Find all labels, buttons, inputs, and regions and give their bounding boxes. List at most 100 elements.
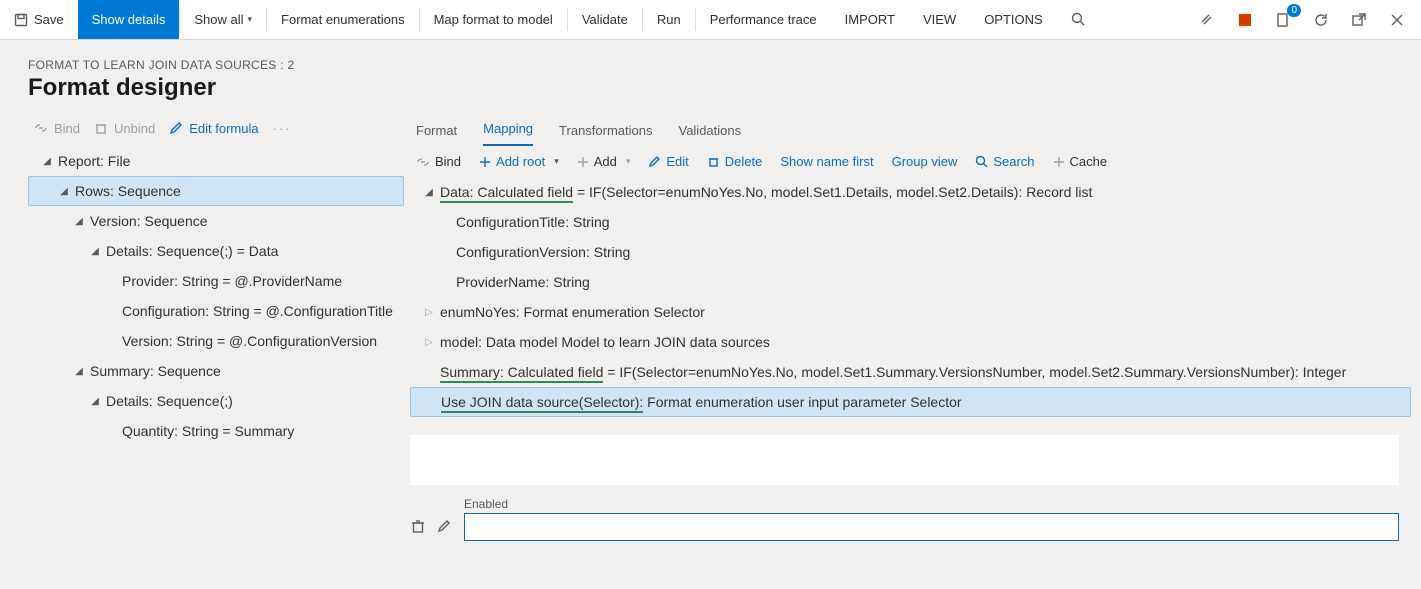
format-enum-button[interactable]: Format enumerations (267, 0, 419, 39)
format-pane-toolbar: Bind Unbind Edit formula ··· (28, 110, 404, 146)
show-details-button[interactable]: Show details (78, 0, 180, 39)
tree-label: ConfigurationTitle: String (456, 214, 610, 230)
tree-node-details-data[interactable]: ◢ Details: Sequence(;) = Data (28, 236, 404, 266)
add-root-button[interactable]: Add root ▾ (479, 154, 559, 169)
delete-value-button[interactable] (410, 518, 426, 537)
search-icon (1071, 12, 1086, 27)
tree-label: Details: Sequence(;) = Data (106, 243, 278, 259)
tree-node-report[interactable]: ◢ Report: File (28, 146, 404, 176)
run-button[interactable]: Run (643, 0, 695, 39)
view-label: VIEW (923, 12, 956, 27)
validate-button[interactable]: Validate (568, 0, 642, 39)
search-button[interactable]: Search (975, 154, 1034, 169)
show-name-first-button[interactable]: Show name first (780, 154, 873, 169)
map-format-button[interactable]: Map format to model (420, 0, 567, 39)
tree-node-provider[interactable]: Provider: String = @.ProviderName (28, 266, 404, 296)
highlight: Summary: Calculated field (440, 364, 603, 383)
add-label: Add (594, 154, 617, 169)
options-label: OPTIONS (984, 12, 1043, 27)
save-icon (14, 13, 28, 27)
popout-icon (1351, 12, 1367, 28)
format-tree: ◢ Report: File ◢ Rows: Sequence ◢ Versio… (28, 146, 404, 446)
chevron-down-icon: ▾ (248, 14, 253, 25)
tree-node-rows[interactable]: ◢ Rows: Sequence (28, 176, 404, 206)
pencil-icon (648, 155, 661, 168)
cache-button[interactable]: Cache (1053, 154, 1108, 169)
attach-icon[interactable] (1197, 10, 1217, 30)
tree-node-config-title[interactable]: ConfigurationTitle: String (410, 207, 1411, 237)
notifications-badge: 0 (1287, 4, 1301, 17)
page-header: FORMAT TO LEARN JOIN DATA SOURCES : 2 Fo… (0, 40, 1421, 106)
page-title: Format designer (28, 74, 1393, 102)
group-view-button[interactable]: Group view (892, 154, 958, 169)
edit-value-button[interactable] (436, 518, 452, 537)
tab-mapping[interactable]: Mapping (483, 121, 533, 146)
format-tree-pane: Bind Unbind Edit formula ··· ◢ Report: F… (10, 106, 410, 575)
tree-label: Quantity: String = Summary (122, 423, 294, 439)
view-menu[interactable]: VIEW (909, 0, 970, 39)
import-menu[interactable]: IMPORT (831, 0, 909, 39)
bind-button[interactable]: Bind (34, 121, 80, 136)
caret-icon: ◢ (74, 366, 84, 377)
edit-button[interactable]: Edit (648, 154, 688, 169)
perf-trace-label: Performance trace (710, 12, 817, 27)
mapping-pane: Format Mapping Transformations Validatio… (410, 106, 1411, 575)
trash-icon (410, 518, 426, 534)
caret-icon: ◢ (59, 186, 69, 197)
tree-label: enumNoYes: Format enumeration Selector (440, 304, 705, 320)
tree-label: Use JOIN data source(Selector): Format e… (441, 394, 962, 410)
edit-formula-button[interactable]: Edit formula (169, 121, 258, 136)
close-button[interactable] (1387, 10, 1407, 30)
office-icon[interactable] (1235, 10, 1255, 30)
popout-button[interactable] (1349, 10, 1369, 30)
tab-transformations[interactable]: Transformations (559, 123, 652, 146)
tree-node-enumnoyes[interactable]: ▷ enumNoYes: Format enumeration Selector (410, 297, 1411, 327)
tree-node-version-seq[interactable]: ◢ Version: Sequence (28, 206, 404, 236)
bind-label: Bind (54, 121, 80, 136)
tree-node-provider-name[interactable]: ProviderName: String (410, 267, 1411, 297)
refresh-button[interactable] (1311, 10, 1331, 30)
tree-label: Data: Calculated field = IF(Selector=enu… (440, 184, 1092, 200)
tree-node-details-empty[interactable]: ◢ Details: Sequence(;) (28, 386, 404, 416)
tree-label: Configuration: String = @.ConfigurationT… (122, 303, 393, 319)
overflow-button[interactable]: ··· (273, 121, 292, 136)
tree-node-model[interactable]: ▷ model: Data model Model to learn JOIN … (410, 327, 1411, 357)
caret-icon: ◢ (42, 156, 52, 167)
tree-node-configuration[interactable]: Configuration: String = @.ConfigurationT… (28, 296, 404, 326)
highlight: Data: Calculated field (440, 184, 573, 203)
bind-button[interactable]: Bind (416, 154, 461, 169)
save-button[interactable]: Save (0, 0, 78, 39)
group-view-label: Group view (892, 154, 958, 169)
add-button[interactable]: Add ▾ (577, 154, 631, 169)
tree-node-summary[interactable]: Summary: Calculated field = IF(Selector=… (410, 357, 1411, 387)
format-enum-label: Format enumerations (281, 12, 405, 27)
enabled-input[interactable] (464, 513, 1399, 541)
trash-icon (94, 121, 108, 135)
perf-trace-button[interactable]: Performance trace (696, 0, 831, 39)
tree-node-data[interactable]: ◢ Data: Calculated field = IF(Selector=e… (410, 177, 1411, 207)
link-icon (1199, 12, 1215, 28)
tree-node-quantity[interactable]: Quantity: String = Summary (28, 416, 404, 446)
show-all-button[interactable]: Show all ▾ (180, 0, 266, 39)
refresh-icon (1313, 12, 1329, 28)
delete-button[interactable]: Delete (707, 154, 763, 169)
tree-label: Version: Sequence (90, 213, 208, 229)
trash-icon (707, 155, 720, 168)
search-global-button[interactable] (1057, 0, 1106, 39)
tab-validations[interactable]: Validations (678, 123, 741, 146)
tree-label: Provider: String = @.ProviderName (122, 273, 342, 289)
tab-format[interactable]: Format (416, 123, 457, 146)
tree-label-rest: = IF(Selector=enumNoYes.No, model.Set1.D… (573, 184, 1092, 200)
run-label: Run (657, 12, 681, 27)
notifications-button[interactable]: 0 (1273, 10, 1293, 30)
tab-label: Validations (678, 123, 741, 138)
show-details-label: Show details (92, 12, 166, 27)
unbind-button[interactable]: Unbind (94, 121, 155, 136)
tree-node-summary-seq[interactable]: ◢ Summary: Sequence (28, 356, 404, 386)
options-menu[interactable]: OPTIONS (970, 0, 1057, 39)
tree-node-version-str[interactable]: Version: String = @.ConfigurationVersion (28, 326, 404, 356)
tree-node-use-join[interactable]: Use JOIN data source(Selector): Format e… (410, 387, 1411, 417)
add-root-label: Add root (496, 154, 545, 169)
tree-label: Details: Sequence(;) (106, 393, 233, 409)
tree-node-config-version[interactable]: ConfigurationVersion: String (410, 237, 1411, 267)
